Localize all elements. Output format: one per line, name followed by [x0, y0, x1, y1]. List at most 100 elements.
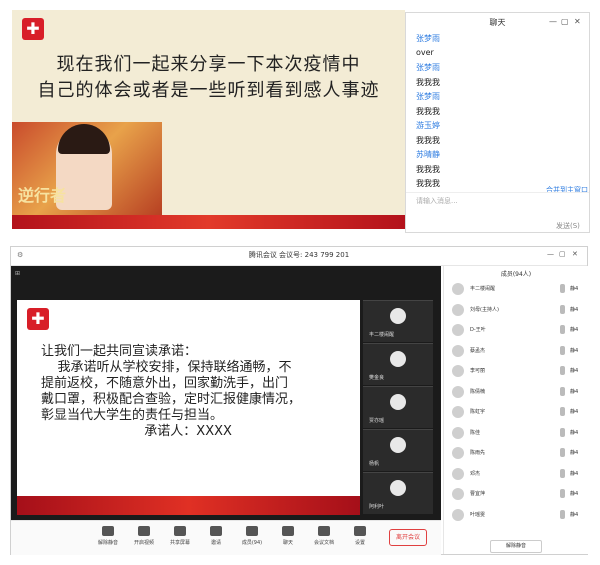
members-button[interactable]: 成员(94): [239, 526, 265, 546]
member-action[interactable]: 静4: [570, 388, 578, 395]
member-row[interactable]: 曹宜萍 静4: [452, 485, 582, 504]
member-row[interactable]: D-王叶 静4: [452, 321, 582, 340]
member-action[interactable]: 静4: [570, 306, 578, 313]
chat-message-text: over: [416, 47, 434, 57]
meeting-toolbar: 解除静音 开启视频 共享屏幕 邀请 成员(94) 聊天 会议文档 设置 离开会议: [11, 520, 441, 555]
member-action[interactable]: 静4: [570, 367, 578, 374]
chat-button[interactable]: 聊天: [275, 526, 301, 546]
close-icon[interactable]: ✕: [572, 250, 578, 258]
maximize-icon[interactable]: ▢: [561, 17, 569, 26]
chat-sender-name: 张梦雨: [416, 34, 440, 43]
participant-video-tile[interactable]: 阿利叶: [363, 472, 433, 514]
microphone-icon[interactable]: [560, 407, 565, 416]
microphone-icon[interactable]: [560, 509, 565, 519]
meeting-titlebar: ⚙ 腾讯会议 会议号: 243 799 201 — ▢ ✕: [11, 247, 587, 266]
chat-message-text: 我我我: [416, 164, 440, 174]
member-action[interactable]: 静4: [570, 511, 578, 518]
chat-input[interactable]: 请输入消息...: [416, 196, 458, 206]
invite-button[interactable]: 邀请: [203, 526, 229, 546]
member-name: 陈雨先: [470, 450, 486, 456]
member-row[interactable]: 刘母(主持人) 静4: [452, 301, 582, 320]
poster-image: 逆行者: [12, 122, 162, 229]
member-row[interactable]: 蔡孟杰 静4: [452, 342, 582, 361]
avatar: [452, 426, 464, 439]
members-icon: [246, 526, 258, 536]
chat-message-text: 我我我: [416, 135, 440, 145]
unmute-icon: [102, 526, 114, 536]
invite-button-label: 邀请: [210, 540, 221, 546]
avatar: [390, 308, 406, 324]
avatar: [390, 480, 406, 496]
send-button[interactable]: 发送(S): [556, 221, 580, 231]
shared-screen-area: ⊞ ✚ 让我们一起共同宣读承诺： 我承诺听从学校安排，保持联络通畅，不 提前返校，…: [11, 266, 441, 520]
microphone-icon[interactable]: [560, 489, 565, 498]
chat-sender-name: 张梦雨: [416, 92, 440, 101]
minimize-icon[interactable]: —: [549, 17, 557, 26]
microphone-icon[interactable]: [560, 448, 565, 457]
member-row[interactable]: 叶瑶雯 静4: [452, 506, 582, 525]
member-action[interactable]: 静4: [570, 449, 578, 456]
member-name: 叶瑶雯: [470, 511, 486, 518]
start-video-icon: [138, 526, 150, 536]
participant-video-tile[interactable]: 樊金良: [363, 343, 433, 385]
minimize-icon[interactable]: —: [547, 250, 554, 258]
member-action[interactable]: 静4: [570, 347, 578, 354]
meeting-docs-button[interactable]: 会议文档: [311, 526, 337, 546]
participant-video-tile[interactable]: 丰二楼闹醒: [363, 300, 433, 342]
member-row[interactable]: 陈倩楠 静4: [452, 383, 582, 402]
member-action[interactable]: 静4: [570, 470, 578, 477]
slide-text-line: 承诺人：XXXX: [41, 424, 232, 439]
poster-text: 逆行者: [18, 186, 67, 205]
avatar: [452, 508, 464, 521]
avatar: [452, 467, 464, 480]
avatar: [452, 447, 464, 459]
microphone-icon[interactable]: [560, 366, 565, 375]
unmute-button[interactable]: 解除静音: [95, 526, 121, 546]
close-icon[interactable]: ✕: [574, 17, 581, 26]
maximize-icon[interactable]: ▢: [559, 250, 566, 258]
chat-sender-name: 游玉婷: [416, 121, 440, 130]
avatar: [452, 365, 464, 377]
member-row[interactable]: 陈虹宇 静4: [452, 403, 582, 422]
microphone-icon[interactable]: [560, 386, 565, 396]
shared-slide-bottom: ✚ 让我们一起共同宣读承诺： 我承诺听从学校安排，保持联络通畅，不 提前返校，不随…: [17, 300, 360, 515]
member-action[interactable]: 静4: [570, 429, 578, 436]
microphone-icon[interactable]: [560, 325, 565, 334]
avatar: [452, 488, 464, 500]
participant-video-tile[interactable]: 贾亦瑶: [363, 386, 433, 428]
meeting-docs-icon: [318, 526, 330, 536]
unmute-all-button[interactable]: 解除静音: [490, 540, 542, 553]
microphone-icon[interactable]: [560, 284, 565, 293]
member-row[interactable]: 邓杰 静4: [452, 465, 582, 484]
merge-to-main-link[interactable]: 合并到主窗口: [546, 185, 588, 195]
chat-button-label: 聊天: [282, 540, 293, 546]
meeting-window: ⚙ 腾讯会议 会议号: 243 799 201 — ▢ ✕ ⊞ ✚ 让我们一起共…: [10, 246, 588, 555]
microphone-icon[interactable]: [560, 345, 565, 355]
member-action[interactable]: 静4: [570, 285, 578, 292]
participant-video-tile[interactable]: 杨帆: [363, 429, 433, 471]
member-row[interactable]: 陈佳 静4: [452, 424, 582, 443]
member-row[interactable]: 李可丽 静4: [452, 362, 582, 381]
microphone-icon[interactable]: [560, 427, 565, 437]
microphone-icon[interactable]: [560, 468, 565, 478]
avatar: [390, 351, 406, 367]
avatar: [452, 344, 464, 357]
red-cross-heart-icon: ✚: [27, 308, 49, 330]
avatar: [452, 303, 464, 316]
member-action[interactable]: 静4: [570, 408, 578, 415]
member-action[interactable]: 静4: [570, 326, 578, 333]
chat-sender-name: 苏晴静: [416, 150, 440, 159]
member-name: D-王叶: [470, 327, 486, 333]
members-header: 成员(94人): [500, 271, 532, 278]
member-row[interactable]: 丰二楼闹醒 静4: [452, 280, 582, 299]
view-toggle-icon[interactable]: ⊞: [15, 270, 20, 277]
share-screen-button[interactable]: 共享屏幕: [167, 526, 193, 546]
member-action[interactable]: 静4: [570, 490, 578, 497]
microphone-icon[interactable]: [560, 304, 565, 314]
settings-button[interactable]: 设置: [347, 526, 373, 546]
member-row[interactable]: 陈雨先 静4: [452, 444, 582, 463]
start-video-button[interactable]: 开启视频: [131, 526, 157, 546]
leave-meeting-button[interactable]: 离开会议: [389, 529, 427, 546]
slide-red-band: [17, 496, 360, 515]
member-name: 曹宜萍: [470, 491, 486, 497]
